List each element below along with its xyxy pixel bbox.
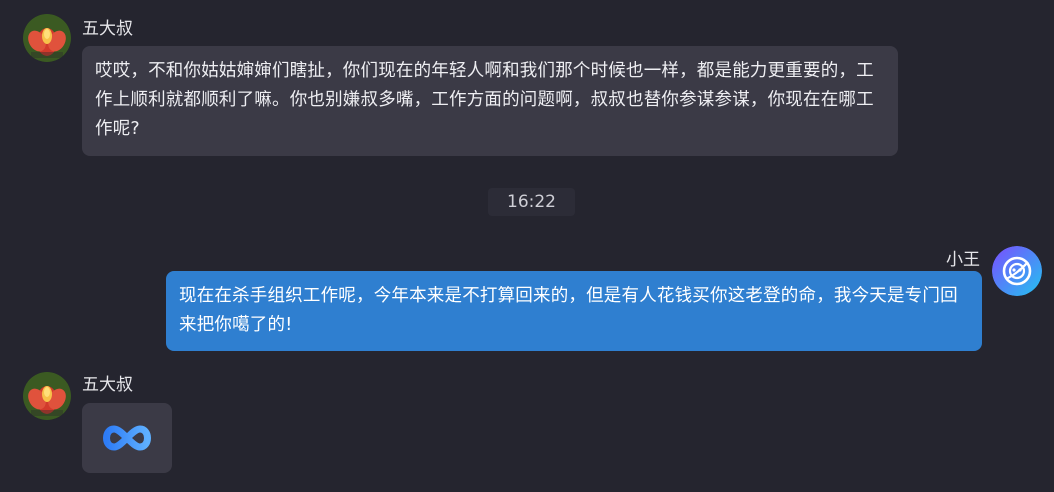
sender-name: 五大叔: [82, 375, 133, 395]
sender-name: 五大叔: [82, 19, 133, 39]
avatar-wudashu[interactable]: [23, 372, 71, 420]
chat-window: 五大叔 哎哎，不和你姑姑婶婶们瞎扯，你们现在的年轻人啊和我们那个时候也一样，都是…: [0, 0, 1054, 492]
infinity-icon: [103, 425, 151, 451]
message-bubble-outgoing[interactable]: 现在在杀手组织工作呢，今年本来是不打算回来的，但是有人花钱买你这老登的命，我今天…: [166, 271, 982, 351]
avatar-xiaowang[interactable]: [992, 246, 1042, 296]
message-bubble-incoming[interactable]: 哎哎，不和你姑姑婶婶们瞎扯，你们现在的年轻人啊和我们那个时候也一样，都是能力更重…: [82, 46, 898, 156]
astronaut-icon: [992, 246, 1042, 296]
lotus-icon: [23, 14, 71, 62]
timestamp: 16:22: [488, 188, 575, 216]
lotus-icon: [23, 372, 71, 420]
sticker-message[interactable]: [82, 403, 172, 473]
sender-name-self: 小王: [946, 250, 980, 270]
avatar-wudashu[interactable]: [23, 14, 71, 62]
